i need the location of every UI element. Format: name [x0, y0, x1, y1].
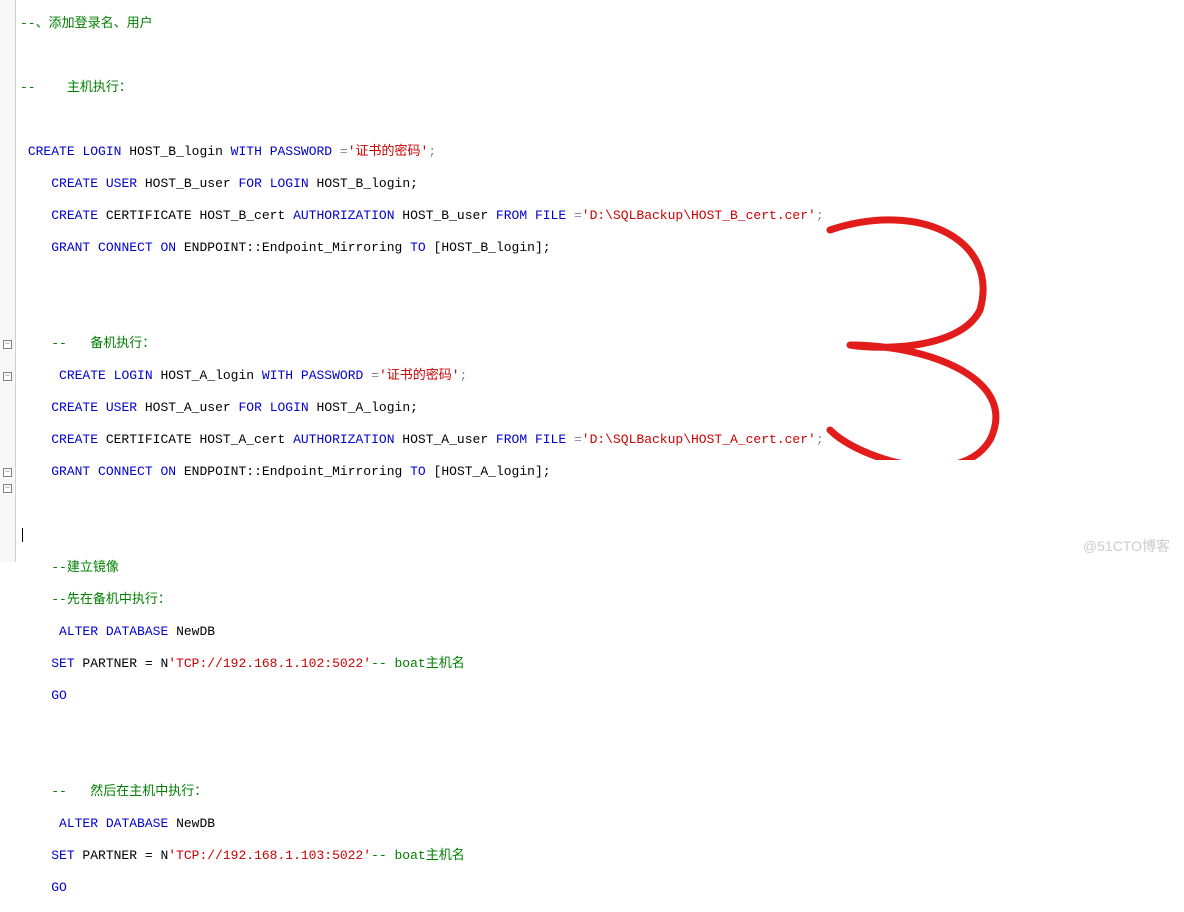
code-line: GRANT CONNECT ON ENDPOINT::Endpoint_Mirr… [20, 464, 824, 480]
cursor-icon [22, 528, 23, 542]
code-line [20, 272, 824, 288]
code-line: -- 备机执行： [20, 336, 824, 352]
code-line: SET PARTNER = N'TCP://192.168.1.102:5022… [20, 656, 824, 672]
code-line: CREATE LOGIN HOST_A_login WITH PASSWORD … [20, 368, 824, 384]
code-line: -- 主机执行： [20, 80, 824, 96]
code-line: GRANT CONNECT ON ENDPOINT::Endpoint_Mirr… [20, 240, 824, 256]
code-line: GO [20, 688, 824, 704]
code-line: --建立镜像 [20, 560, 824, 576]
code-line: GO [20, 880, 824, 896]
code-line [20, 112, 824, 128]
annotation-three [780, 180, 1080, 460]
fold-icon[interactable]: − [3, 468, 12, 477]
code-line: CREATE LOGIN HOST_B_login WITH PASSWORD … [20, 144, 824, 160]
code-line [20, 304, 824, 320]
code-line: CREATE USER HOST_A_user FOR LOGIN HOST_A… [20, 400, 824, 416]
code-line: CREATE CERTIFICATE HOST_A_cert AUTHORIZA… [20, 432, 824, 448]
code-line [20, 496, 824, 512]
code-line: --先在备机中执行： [20, 592, 824, 608]
watermark: @51CTO博客 [1083, 536, 1170, 556]
code-line [20, 48, 824, 64]
code-line [20, 752, 824, 768]
gutter: − − − − [0, 0, 16, 562]
code-line [20, 720, 824, 736]
fold-icon[interactable]: − [3, 484, 12, 493]
code-line: CREATE USER HOST_B_user FOR LOGIN HOST_B… [20, 176, 824, 192]
code-line: --、添加登录名、用户 [20, 16, 824, 32]
code-line: ALTER DATABASE NewDB [20, 816, 824, 832]
code-line: SET PARTNER = N'TCP://192.168.1.103:5022… [20, 848, 824, 864]
code-area[interactable]: --、添加登录名、用户 -- 主机执行： CREATE LOGIN HOST_B… [20, 0, 824, 912]
code-line [20, 528, 824, 544]
fold-icon[interactable]: − [3, 340, 12, 349]
code-line: ALTER DATABASE NewDB [20, 624, 824, 640]
code-line: -- 然后在主机中执行： [20, 784, 824, 800]
fold-icon[interactable]: − [3, 372, 12, 381]
code-line: CREATE CERTIFICATE HOST_B_cert AUTHORIZA… [20, 208, 824, 224]
